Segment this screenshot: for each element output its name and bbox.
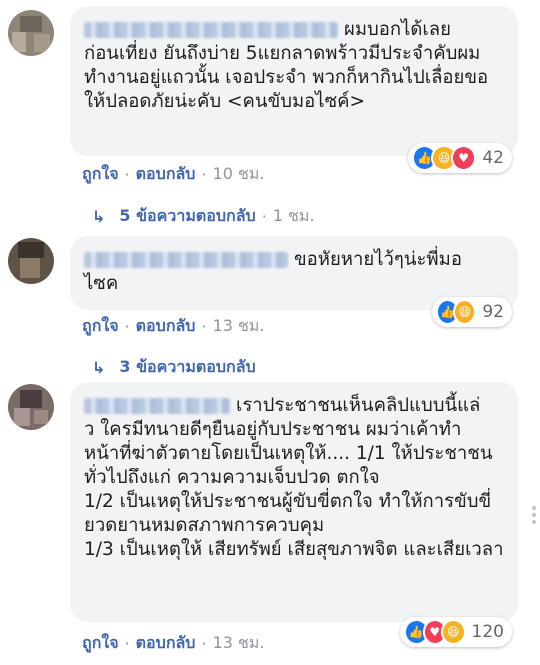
separator-dot: ·	[201, 317, 207, 336]
reply-link[interactable]: ตอบกลับ	[136, 162, 196, 187]
comment-timestamp[interactable]: 13 ชม.	[213, 314, 265, 339]
reply-link[interactable]: ตอบกลับ	[136, 314, 196, 339]
love-reaction-icon: ♥	[450, 145, 477, 171]
reactions-summary[interactable]: 👍 😆 92	[432, 297, 512, 327]
separator-dot: ·	[261, 207, 267, 226]
author-name[interactable]	[84, 398, 230, 414]
comment-text: ไซค	[84, 273, 119, 294]
view-replies-link[interactable]: ↳ 3 ข้อความตอบกลับ	[92, 355, 256, 380]
separator-dot: ·	[201, 165, 207, 184]
avatar[interactable]	[8, 384, 54, 430]
replies-count-label[interactable]: 5 ข้อความตอบกลับ	[119, 204, 255, 229]
comment-timestamp[interactable]: 13 ชม.	[213, 631, 265, 656]
comment-actions: ถูกใจ · ตอบกลับ · 13 ชม.	[82, 314, 265, 339]
reply-arrow-icon: ↳	[92, 358, 106, 377]
author-name[interactable]	[84, 22, 338, 38]
reaction-count: 120	[471, 622, 504, 642]
comment-text-first: ผมบอกได้เลย	[344, 19, 451, 40]
comment-text-first: ขอหัยหายไว้ๆน่ะพี่มอ	[294, 249, 462, 270]
comment-bubble: เราประชาชนเห็นคลิปแบบนี้แล่ ว ใครมีทนายด…	[70, 382, 518, 622]
avatar[interactable]	[8, 10, 54, 56]
comment-text-first: เราประชาชนเห็นคลิปแบบนี้แล่	[236, 395, 481, 416]
reply-link[interactable]: ตอบกลับ	[136, 631, 196, 656]
like-link[interactable]: ถูกใจ	[82, 314, 119, 339]
comment-text: ว ใครมีทนายดีๆยืนอยู่กับประชาชน ผมว่าเค้…	[84, 419, 504, 560]
comment-actions: ถูกใจ · ตอบกลับ · 10 ชม.	[82, 162, 265, 187]
reaction-count: 92	[482, 302, 504, 322]
reaction-count: 42	[482, 148, 504, 168]
reactions-summary[interactable]: 👍 😆 ♥ 42	[408, 143, 512, 173]
avatar[interactable]	[8, 238, 54, 284]
view-replies-link[interactable]: ↳ 5 ข้อความตอบกลับ · 1 ชม.	[92, 204, 315, 229]
comment-timestamp[interactable]: 10 ชม.	[213, 162, 265, 187]
reactions-summary[interactable]: 👍 ♥ 😆 120	[400, 617, 512, 647]
separator-dot: ·	[124, 317, 130, 336]
like-link[interactable]: ถูกใจ	[82, 162, 119, 187]
separator-dot: ·	[124, 634, 130, 653]
comment-bubble: ผมบอกได้เลย ก่อนเที่ยง ยันถึงบ่าย 5แยกลา…	[70, 6, 518, 156]
reply-arrow-icon: ↳	[92, 207, 106, 226]
replies-timestamp: 1 ชม.	[272, 206, 315, 225]
replies-count-label[interactable]: 3 ข้อความตอบกลับ	[119, 355, 255, 380]
separator-dot: ·	[124, 165, 130, 184]
more-options-icon[interactable]	[532, 506, 536, 527]
comment-text: ก่อนเที่ยง ยันถึงบ่าย 5แยกลาดพร้าวมีประจ…	[84, 43, 489, 112]
haha-reaction-icon: 😆	[441, 619, 466, 645]
author-name[interactable]	[84, 252, 288, 268]
comment-actions: ถูกใจ · ตอบกลับ · 13 ชม.	[82, 631, 265, 656]
like-link[interactable]: ถูกใจ	[82, 631, 119, 656]
haha-reaction-icon: 😆	[453, 299, 477, 325]
separator-dot: ·	[201, 634, 207, 653]
